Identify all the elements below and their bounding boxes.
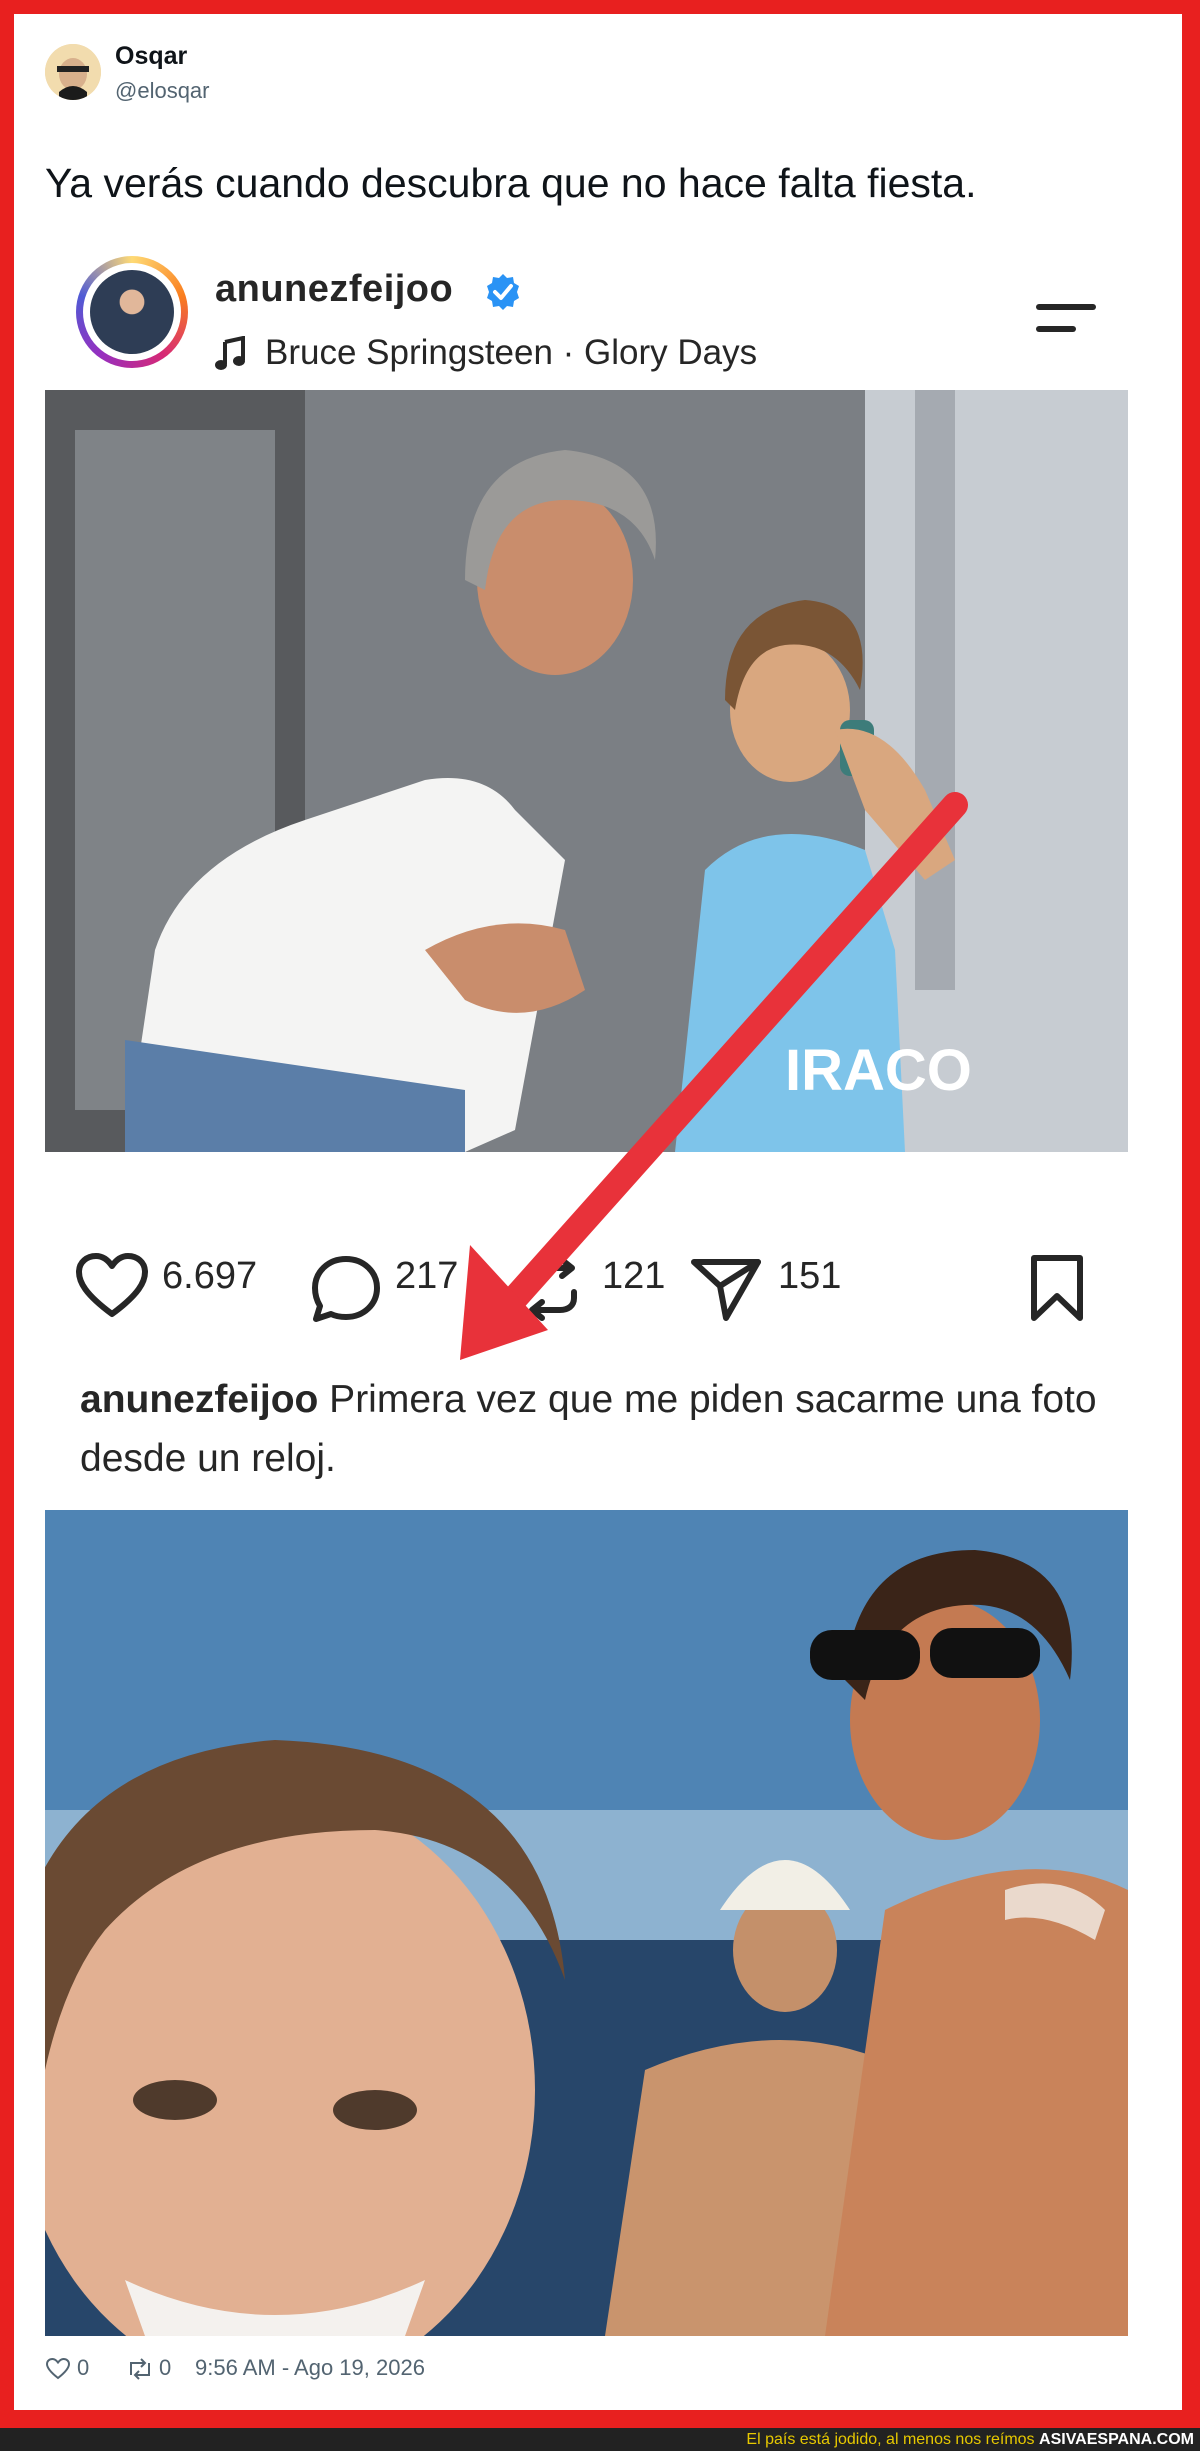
meme-photo[interactable]	[45, 1510, 1128, 2336]
share-count: 151	[778, 1255, 842, 1297]
tweet-retweet-count: 0	[159, 2355, 172, 2380]
heart-icon[interactable]	[75, 1252, 149, 1320]
post-photo[interactable]: IRACO	[45, 390, 1128, 1152]
heart-icon[interactable]	[45, 2357, 71, 2381]
retweet-icon[interactable]	[125, 2357, 155, 2381]
author-name[interactable]: Osqar	[115, 42, 187, 71]
site-banner: El país está jodido, al menos nos reímos…	[0, 2428, 1200, 2451]
tweet-text: Ya verás cuando descubra que no hace fal…	[45, 160, 977, 206]
shirt-text: IRACO	[785, 1038, 972, 1103]
verified-badge-icon	[487, 274, 519, 310]
banner-slogan: El país está jodido, al menos nos reímos	[746, 2431, 1035, 2448]
bookmark-icon[interactable]	[1028, 1254, 1086, 1322]
author-handle[interactable]: @elosqar	[115, 78, 210, 104]
instagram-avatar[interactable]	[90, 270, 174, 354]
caption-username[interactable]: anunezfeijoo	[80, 1378, 318, 1421]
music-note-icon	[215, 336, 245, 370]
comment-count: 217	[395, 1255, 459, 1297]
post-caption: anunezfeijoo Primera vez que me piden sa…	[80, 1370, 1100, 1488]
tweet-like-count: 0	[77, 2355, 90, 2380]
repost-count: 121	[602, 1255, 666, 1297]
menu-icon[interactable]	[1032, 296, 1102, 340]
paper-plane-icon[interactable]	[690, 1254, 762, 1324]
like-count: 6.697	[162, 1255, 258, 1297]
tweet-timestamp[interactable]: 9:56 AM - Ago 19, 2026	[195, 2355, 425, 2381]
author-avatar[interactable]	[45, 44, 101, 100]
comment-bubble-icon[interactable]	[310, 1254, 382, 1324]
repost-icon[interactable]	[520, 1256, 584, 1322]
instagram-username[interactable]: anunezfeijoo	[215, 268, 453, 311]
instagram-song[interactable]: Bruce Springsteen · Glory Days	[265, 333, 757, 373]
banner-site[interactable]: ASIVAESPANA.COM	[1039, 2431, 1194, 2448]
